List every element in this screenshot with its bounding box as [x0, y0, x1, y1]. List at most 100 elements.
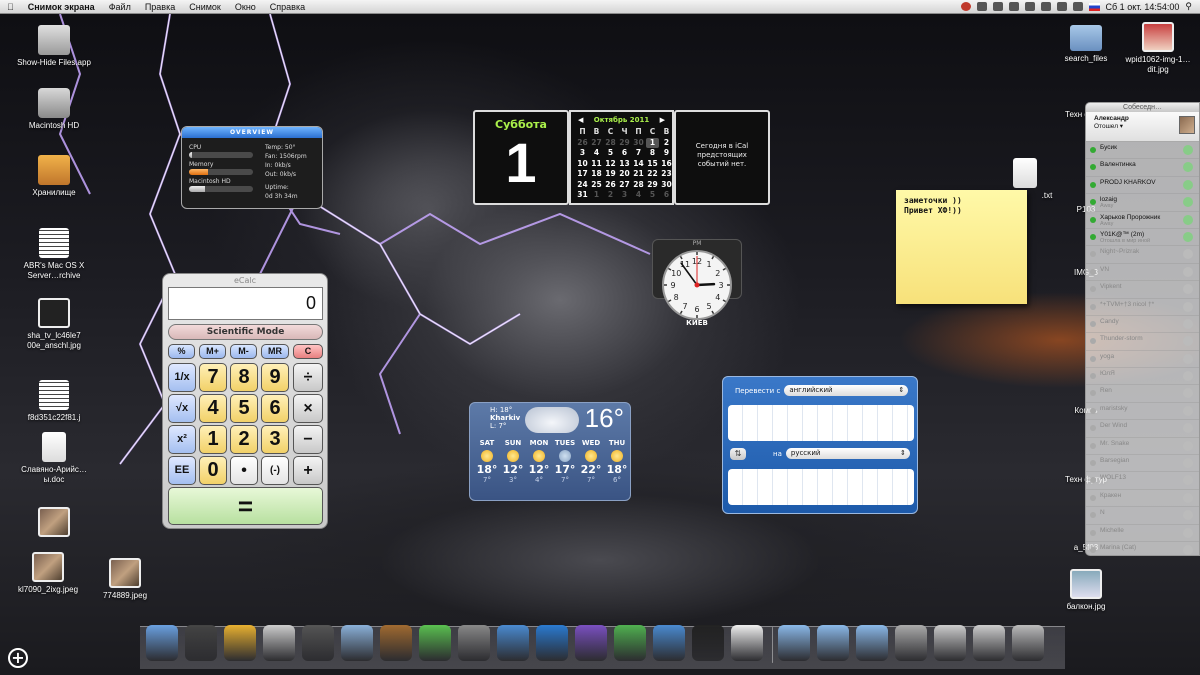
spotlight-icon[interactable]: ⚲ — [1185, 1, 1192, 12]
calendar-day-cell[interactable]: 3 — [576, 148, 589, 159]
preview-icon[interactable] — [263, 625, 295, 661]
memory-recall-key[interactable]: MR — [261, 344, 289, 359]
multiply-key[interactable]: × — [293, 394, 323, 423]
time-machine-icon[interactable] — [497, 625, 529, 661]
calendar-day-cell[interactable]: 8 — [646, 148, 659, 159]
calendar-day-cell[interactable]: 19 — [604, 169, 617, 180]
iphoto-icon[interactable] — [341, 625, 373, 661]
applications-folder-icon[interactable] — [778, 625, 810, 661]
calendar-day-cell[interactable]: 23 — [660, 169, 673, 180]
desktop-icon-balkon[interactable]: балкон.jpg — [1046, 569, 1126, 612]
negate-key[interactable]: (-) — [261, 456, 289, 485]
desktop-icon-sha-tv[interactable]: sha_tv_lc46le7 00e_anschl.jpg — [14, 298, 94, 351]
contact-item[interactable]: Der Wind — [1086, 420, 1199, 438]
next-month-icon[interactable]: ▶ — [660, 116, 665, 124]
contact-item[interactable]: Mr. Snake — [1086, 438, 1199, 456]
contact-item[interactable]: Candy — [1086, 316, 1199, 334]
menu-edit[interactable]: Правка — [138, 2, 182, 12]
target-text-area[interactable] — [728, 469, 914, 505]
calendar-day-cell[interactable]: 5 — [646, 190, 659, 201]
calendar-day-cell[interactable]: 15 — [646, 159, 659, 170]
calendar-day-cell[interactable]: 27 — [590, 138, 603, 149]
contact-item[interactable]: ЮлЯ — [1086, 368, 1199, 386]
desktop-icon-photo-small[interactable] — [14, 507, 94, 540]
calendar-day-cell[interactable]: 31 — [576, 190, 589, 201]
my-account-header[interactable]: Александр Отошел ▾ — [1086, 112, 1199, 142]
calendar-day-cell[interactable]: 21 — [632, 169, 645, 180]
desktop-icon-macintosh-hd[interactable]: Macintosh HD — [14, 88, 94, 131]
calendar-day-cell[interactable]: 26 — [604, 180, 617, 191]
calendar-day-cell[interactable]: 6 — [660, 190, 673, 201]
source-language-select[interactable]: английский — [784, 385, 909, 396]
calendar-day-cell[interactable]: 27 — [618, 180, 631, 191]
system-overview-widget[interactable]: OVERVIEW CPU Memory Macintosh HD Temp: 5… — [181, 126, 323, 209]
source-text-area[interactable] — [728, 405, 914, 441]
calendar-day-cell[interactable]: 5 — [604, 148, 617, 159]
contact-item[interactable]: VN — [1086, 264, 1199, 282]
reciprocal-key[interactable]: 1/x — [168, 363, 196, 392]
apple-menu-icon[interactable]:  — [0, 2, 21, 12]
digit-1-key[interactable]: 1 — [199, 425, 227, 454]
contact-item[interactable]: Ren — [1086, 385, 1199, 403]
calendar-day-cell[interactable]: 12 — [604, 159, 617, 170]
calendar-day-cell[interactable]: 30 — [632, 138, 645, 149]
calendar-day-cell[interactable]: 11 — [590, 159, 603, 170]
utorrent-icon[interactable] — [614, 625, 646, 661]
contact-item[interactable]: lozaig Away — [1086, 194, 1199, 212]
input-language-flag-icon[interactable] — [1088, 2, 1100, 11]
calendar-day-cell[interactable]: 4 — [632, 190, 645, 201]
calendar-day-cell[interactable]: 26 — [576, 138, 589, 149]
calendar-day-cell[interactable]: 4 — [590, 148, 603, 159]
clear-key[interactable]: C — [293, 344, 323, 359]
buddy-list-window[interactable]: Собеседн… Александр Отошел ▾ Бусик Валент… — [1085, 102, 1200, 556]
cog-icon[interactable] — [380, 625, 412, 661]
contact-item[interactable]: Marina (Cat) — [1086, 542, 1199, 555]
downloads-stack-icon[interactable] — [895, 625, 927, 661]
calendar-day-cell[interactable]: 18 — [590, 169, 603, 180]
contact-item[interactable]: N — [1086, 507, 1199, 525]
digit-9-key[interactable]: 9 — [261, 363, 289, 392]
desktop-icon-kl7090[interactable]: kl7090_2ixg.jpeg — [8, 552, 88, 595]
add-widget-icon[interactable]: + — [8, 648, 28, 668]
documents-folder-icon[interactable] — [817, 625, 849, 661]
square-root-key[interactable]: √x — [168, 394, 196, 423]
target-language-select[interactable]: русский — [785, 448, 910, 459]
decimal-key[interactable]: • — [230, 456, 258, 485]
textedit-icon[interactable] — [731, 625, 763, 661]
desktop-icon-storage[interactable]: Хранилище — [14, 155, 94, 198]
calendar-day-cell[interactable]: 1 — [646, 137, 659, 148]
calendar-day-cell[interactable]: 30 — [660, 180, 673, 191]
calendar-day-cell[interactable]: 20 — [618, 169, 631, 180]
contact-item[interactable]: PRODJ KHARKOV — [1086, 177, 1199, 195]
calendar-widget[interactable]: Суббота 1 ◀ Октябрь 2011 ▶ П В С Ч П С В 26 27 28… — [473, 110, 770, 205]
digit-3-key[interactable]: 3 — [261, 425, 289, 454]
calendar-day-cell[interactable]: 17 — [576, 169, 589, 180]
digit-2-key[interactable]: 2 — [230, 425, 258, 454]
digit-5-key[interactable]: 5 — [230, 394, 258, 423]
time-machine-status-icon[interactable] — [1008, 2, 1019, 11]
desktop-icon-search-files[interactable]: search_files — [1046, 25, 1126, 64]
pictures-folder-icon[interactable] — [856, 625, 888, 661]
prev-month-icon[interactable]: ◀ — [578, 116, 583, 124]
skype-icon[interactable] — [575, 625, 607, 661]
calendar-day-panel[interactable]: Суббота 1 — [473, 110, 569, 205]
swap-languages-icon[interactable]: ⇅ — [730, 448, 746, 460]
menu-file[interactable]: Файл — [102, 2, 138, 12]
contact-item[interactable]: Night~Prizrak — [1086, 246, 1199, 264]
calendar-day-cell[interactable]: 29 — [646, 180, 659, 191]
weather-widget[interactable]: H: 18° Kharkiv L: 7° 16° SAT 18° 7° SUN 12°… — [469, 402, 631, 501]
wifi-icon[interactable] — [1040, 2, 1051, 11]
equals-key[interactable]: = — [168, 487, 323, 525]
calendar-day-cell[interactable]: 25 — [590, 180, 603, 191]
calendar-day-cell[interactable]: 24 — [576, 180, 589, 191]
desktop-icon-show-hide-files[interactable]: Show-Hide Files.app — [14, 25, 94, 68]
skype-status-icon[interactable] — [976, 2, 987, 11]
calendar-day-cell[interactable]: 9 — [660, 148, 673, 159]
bluetooth-icon[interactable] — [1024, 2, 1035, 11]
menubar-clock[interactable]: Сб 1 окт. 14:54:00 — [1106, 2, 1180, 12]
contact-item[interactable]: Кракен — [1086, 490, 1199, 508]
memory-minus-key[interactable]: M- — [230, 344, 257, 359]
battery-icon[interactable] — [1072, 2, 1083, 11]
digit-0-key[interactable]: 0 — [199, 456, 227, 485]
sticky-note-widget[interactable]: заметочки )) Привет ХФ!)) — [896, 190, 1027, 304]
